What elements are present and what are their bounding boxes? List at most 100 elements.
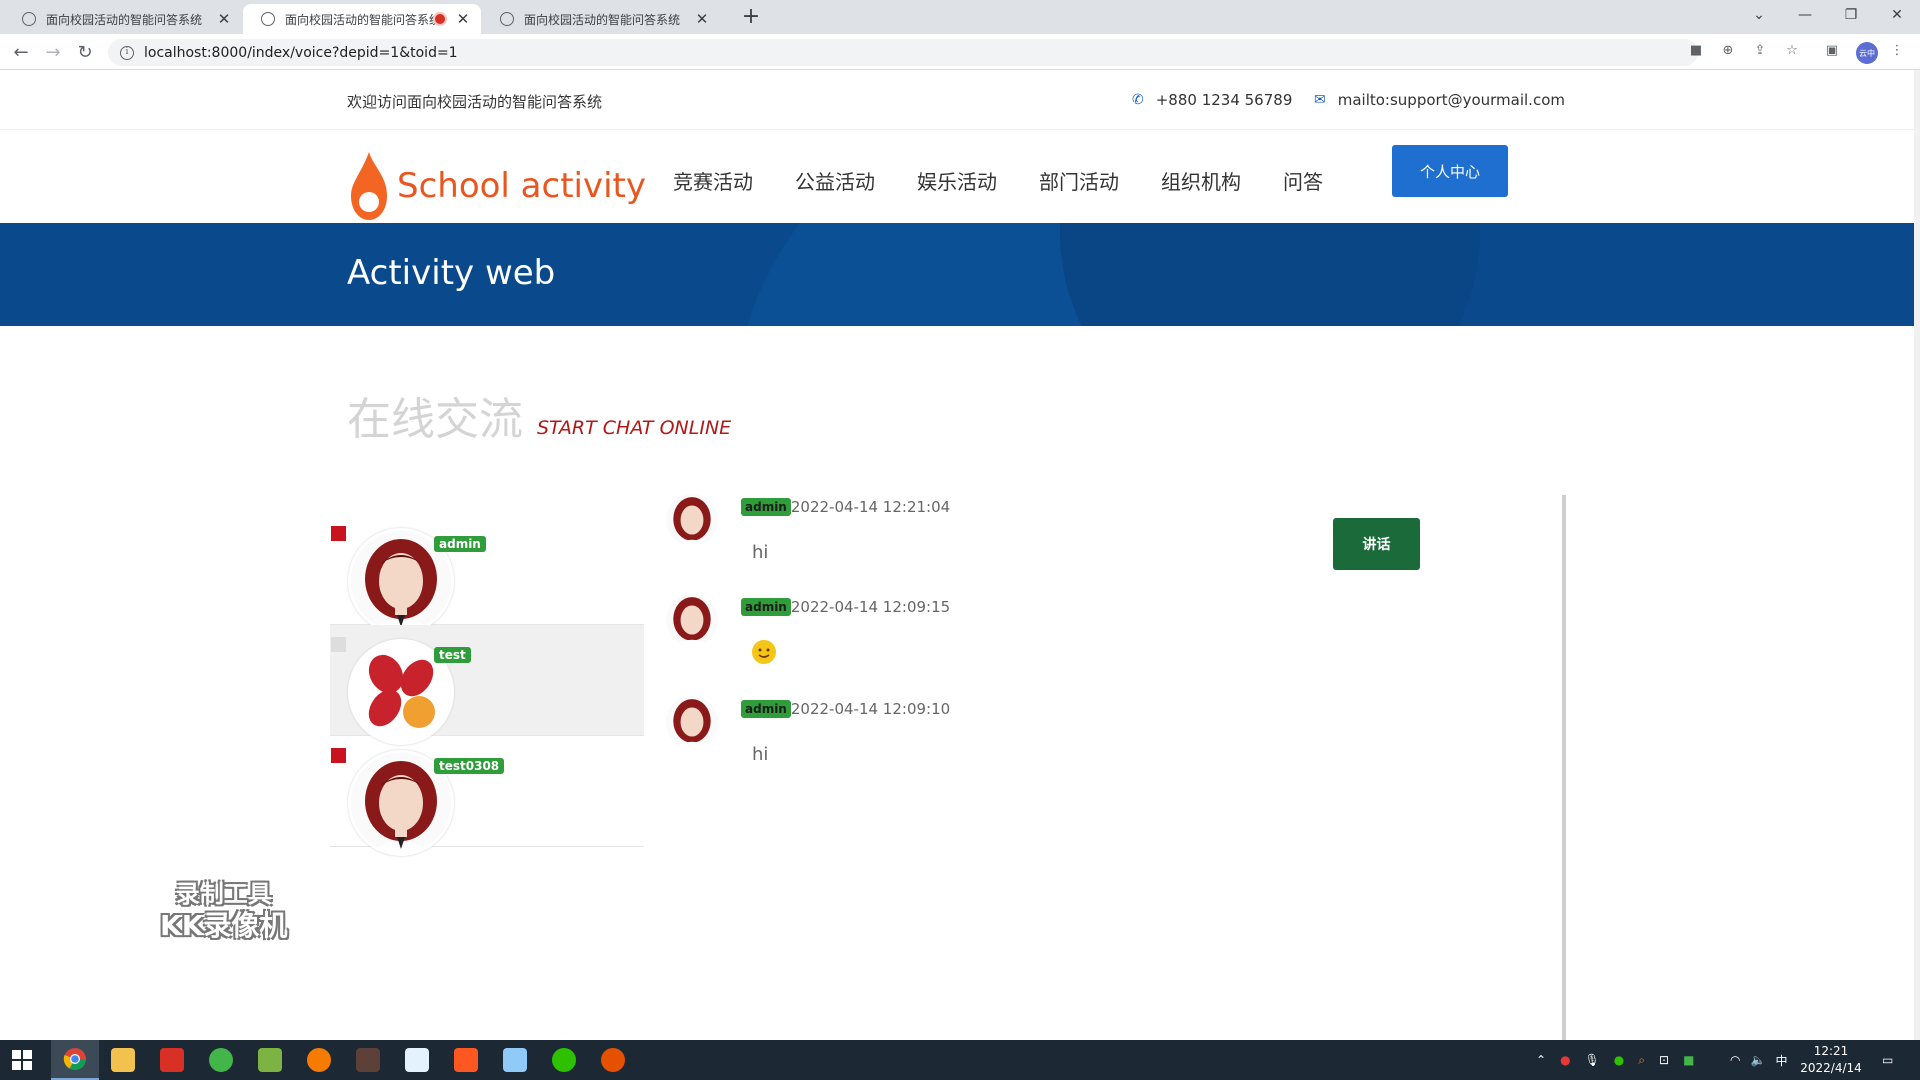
message-text: hi xyxy=(752,542,769,563)
chevron-up-icon[interactable]: ⌃ xyxy=(1536,1053,1546,1067)
page-scrollbar[interactable] xyxy=(1914,70,1920,1040)
game-app-icon[interactable] xyxy=(344,1040,392,1080)
section-title-zh: 在线交流 xyxy=(347,394,523,445)
user-list-item[interactable]: test xyxy=(330,625,644,745)
share-icon[interactable]: ⇪ xyxy=(1751,43,1769,61)
section-title: 在线交流 START CHAT ONLINE xyxy=(347,383,731,447)
chat-user-list: admin test test0308 xyxy=(330,514,644,856)
email-link[interactable]: mailto:support@yourmail.com xyxy=(1338,91,1565,109)
file-explorer-icon[interactable] xyxy=(99,1040,147,1080)
browser-tab-2[interactable]: 面向校园活动的智能问答系统 ✕ xyxy=(243,4,481,34)
username-badge: test0308 xyxy=(434,758,505,774)
speak-button[interactable]: 讲话 xyxy=(1333,518,1420,570)
sender-badge: admin xyxy=(741,498,791,516)
recorder-app-icon[interactable] xyxy=(589,1040,637,1080)
envelope-icon: ✉ xyxy=(1314,92,1326,108)
forward-icon[interactable]: → xyxy=(41,40,65,64)
sender-badge: admin xyxy=(741,700,791,718)
nav-organizations[interactable]: 组织机构 xyxy=(1161,166,1241,195)
microphone-icon[interactable]: 🎙 xyxy=(1585,1053,1600,1067)
profile-avatar[interactable]: 云中 xyxy=(1856,42,1878,64)
editor-app-icon[interactable] xyxy=(491,1040,539,1080)
site-header: School activity 竞赛活动 公益活动 娱乐活动 部门活动 组织机构… xyxy=(0,130,1914,223)
antivirus-tray-icon[interactable]: ● xyxy=(1560,1053,1570,1067)
windows-taskbar: ⌃ ● 🎙 ● ⌕ ⊡ ■ ◠ 🔈 中 12:21 2022/4/14 ▭ xyxy=(0,1040,1920,1080)
chat-message: admin 2022-04-14 12:09:15 xyxy=(666,594,1226,684)
network-tray-icon[interactable]: ⊡ xyxy=(1659,1053,1669,1067)
wechat-icon[interactable] xyxy=(540,1040,588,1080)
message-time: 2022-04-14 12:21:04 xyxy=(790,498,951,516)
welcome-text: 欢迎访问面向校园活动的智能问答系统 xyxy=(347,93,603,111)
site-logo[interactable]: School activity xyxy=(347,150,646,222)
close-window-icon[interactable]: ✕ xyxy=(1874,0,1920,30)
notification-icon[interactable]: ▭ xyxy=(1882,1040,1893,1080)
tab-title: 面向校园活动的智能问答系统 xyxy=(46,12,203,27)
chat-scroll-track[interactable] xyxy=(1562,495,1566,1040)
message-meta: admin 2022-04-14 12:09:10 xyxy=(741,700,950,718)
media-app-icon[interactable] xyxy=(442,1040,490,1080)
flame-logo-icon xyxy=(347,150,391,222)
browser-tab-strip: 面向校园活动的智能问答系统 ✕ 面向校园活动的智能问答系统 ✕ 面向校园活动的智… xyxy=(0,0,1920,34)
reload-icon[interactable]: ↻ xyxy=(73,40,97,64)
camera-icon[interactable]: ■ xyxy=(1687,43,1705,61)
globe-icon xyxy=(22,12,36,26)
browser-tab-3[interactable]: 面向校园活动的智能问答系统 ✕ xyxy=(482,4,720,34)
search-tray-icon[interactable]: ⌕ xyxy=(1638,1053,1645,1068)
nav-competitions[interactable]: 竞赛活动 xyxy=(673,166,753,195)
close-tab-icon[interactable]: ✕ xyxy=(455,10,471,28)
avatar xyxy=(666,494,718,546)
nav-charity[interactable]: 公益活动 xyxy=(795,166,875,195)
nav-department[interactable]: 部门活动 xyxy=(1039,166,1119,195)
system-indicators: ◠ 🔈 中 xyxy=(1730,1040,1787,1080)
green-app-icon[interactable] xyxy=(197,1040,245,1080)
chat-message: admin 2022-04-14 12:09:10 hi xyxy=(666,696,1226,786)
nav-qa[interactable]: 问答 xyxy=(1283,166,1323,195)
volume-icon[interactable]: 🔈 xyxy=(1750,1053,1765,1067)
url-text[interactable]: localhost:8000/index/voice?depid=1&toid=… xyxy=(144,45,458,61)
close-tab-icon[interactable]: ✕ xyxy=(694,10,710,28)
smiley-emoji-icon xyxy=(752,640,776,664)
search-app-icon[interactable] xyxy=(295,1040,343,1080)
close-tab-icon[interactable]: ✕ xyxy=(216,10,232,28)
page-banner: Activity web xyxy=(0,223,1914,326)
new-tab-button[interactable]: + xyxy=(738,4,764,29)
browser-tab-1[interactable]: 面向校园活动的智能问答系统 ✕ xyxy=(4,4,242,34)
restore-icon[interactable]: ❐ xyxy=(1828,0,1874,30)
watermark-line1: 录制工具 xyxy=(175,880,272,908)
site-info-icon[interactable]: i xyxy=(120,45,134,60)
wechat-tray-icon[interactable]: ● xyxy=(1614,1053,1624,1067)
app-tray-icon[interactable]: ■ xyxy=(1683,1053,1694,1067)
bookmark-star-icon[interactable]: ☆ xyxy=(1783,43,1801,61)
taskbar-clock[interactable]: 12:21 2022/4/14 xyxy=(1786,1043,1876,1077)
phone-number: +880 1234 56789 xyxy=(1155,91,1293,109)
nav-entertainment[interactable]: 娱乐活动 xyxy=(917,166,997,195)
email-contact[interactable]: ✉ mailto:support@yourmail.com xyxy=(1314,91,1565,109)
menu-kebab-icon[interactable]: ⋮ xyxy=(1888,43,1906,61)
recorder-watermark: 录制工具 KK录像机 xyxy=(160,878,287,942)
personal-center-button[interactable]: 个人中心 xyxy=(1392,145,1508,197)
globe-icon xyxy=(500,12,514,26)
message-time: 2022-04-14 12:09:15 xyxy=(790,598,951,616)
username-badge: test xyxy=(434,647,471,663)
logo-text: School activity xyxy=(397,166,647,206)
side-panel-icon[interactable]: ▣ xyxy=(1823,43,1841,61)
photo-app-icon[interactable] xyxy=(393,1040,441,1080)
address-bar[interactable]: i localhost:8000/index/voice?depid=1&toi… xyxy=(108,39,1698,66)
wps-office-icon[interactable] xyxy=(148,1040,196,1080)
status-indicator xyxy=(331,526,346,541)
recording-icon xyxy=(435,14,445,24)
message-meta: admin 2022-04-14 12:21:04 xyxy=(741,498,950,516)
user-list-item[interactable]: test0308 xyxy=(330,736,644,856)
minimize-icon[interactable]: — xyxy=(1782,0,1828,30)
wifi-icon[interactable]: ◠ xyxy=(1730,1053,1740,1067)
address-bar-row: ← → ↻ i localhost:8000/index/voice?depid… xyxy=(0,34,1920,70)
tab-search-icon[interactable]: ⌄ xyxy=(1736,0,1782,30)
chrome-app-icon[interactable] xyxy=(51,1040,99,1080)
back-icon[interactable]: ← xyxy=(9,40,33,64)
windows-start-icon[interactable] xyxy=(12,1050,32,1070)
message-body xyxy=(752,640,776,669)
user-list-item[interactable]: admin xyxy=(330,514,644,634)
notes-app-icon[interactable] xyxy=(246,1040,294,1080)
zoom-icon[interactable]: ⊕ xyxy=(1719,43,1737,61)
chat-message: admin 2022-04-14 12:21:04 hi xyxy=(666,494,1226,584)
